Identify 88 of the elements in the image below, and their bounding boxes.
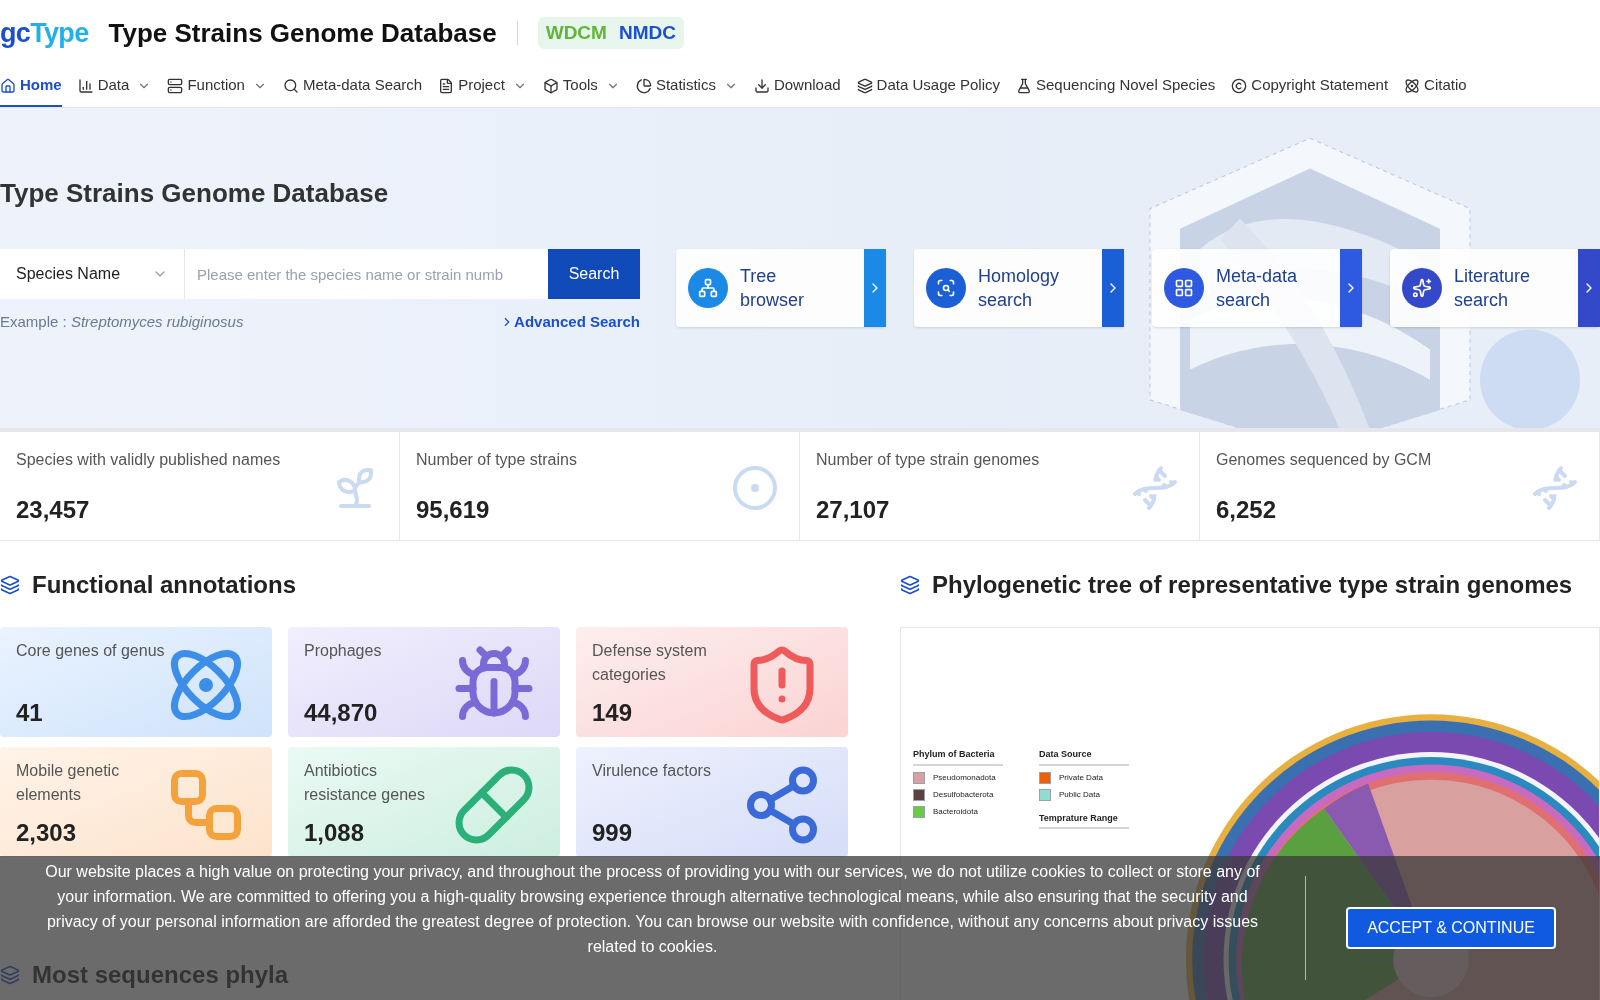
function-card[interactable]: Virulence factors 999	[576, 747, 848, 857]
bar-chart-icon	[77, 77, 94, 94]
dna-icon	[1131, 464, 1179, 512]
function-value: 999	[592, 818, 633, 848]
cell-icon	[731, 464, 779, 512]
site-title: Type Strains Genome Database	[108, 16, 497, 50]
function-card[interactable]: Core genes of genus 41	[0, 627, 272, 737]
section-title: Functional annotations	[32, 570, 296, 600]
search-input[interactable]: Please enter the species name or strain numb	[197, 261, 536, 287]
nav-item[interactable]: Tools	[542, 66, 620, 107]
legend-label: Public Data	[1059, 789, 1100, 801]
stat-value: 23,457	[16, 495, 91, 525]
box-icon	[542, 77, 559, 94]
nav-item[interactable]: Citatio	[1404, 66, 1467, 107]
stat-label: Number of type strain genomes	[816, 450, 1041, 470]
stat-value: 27,107	[816, 495, 891, 525]
pie-chart-icon	[635, 77, 652, 94]
shortcut-card[interactable]: Meta-data search	[1152, 249, 1362, 327]
shortcut-label: Tree browser	[740, 265, 806, 312]
function-label: Core genes of genus	[16, 641, 166, 661]
function-value: 2,303	[16, 818, 77, 848]
function-label: Prophages	[304, 641, 383, 661]
cookie-text: Our website places a high value on protecting your privacy, and throughout the process of providing you with our services, we do not utilize cookies to collect or store any of your information. We are committed to offering you a high-quality browsing experience through alternative technological means, while also ensuring that the security and privacy of your personal information are afforded the greatest degree of protection. You can browse our website with confidence, without any concerns about privacy issues related to cookies.	[44, 862, 1261, 957]
download-icon	[753, 77, 770, 94]
shortcut-label: Homology search	[978, 265, 1061, 312]
nmdc-label: NMDC	[618, 20, 676, 45]
server-icon	[167, 77, 184, 94]
section-icon	[0, 575, 20, 595]
legend-label: Pseudomonadota	[933, 772, 996, 784]
shortcut-card[interactable]: Literature search	[1390, 249, 1600, 327]
function-card[interactable]: Antibiotics resistance genes 1,088	[288, 747, 560, 857]
section-icon	[900, 575, 920, 595]
search-icon	[926, 268, 966, 308]
atom-icon	[1404, 77, 1421, 94]
nav-item[interactable]: Project	[438, 66, 527, 107]
stat-label: Number of type strains	[416, 450, 578, 470]
function-label: Virulence factors	[592, 761, 712, 781]
shortcut-card[interactable]: Tree browser	[676, 249, 886, 327]
stat-value: 95,619	[416, 495, 491, 525]
legend-title: Phylum of Bacteria	[913, 748, 1003, 766]
hierarchy-icon	[688, 268, 728, 308]
nav-item[interactable]: Statistics	[635, 66, 738, 107]
advanced-search-link[interactable]: Advanced Search	[500, 311, 640, 334]
function-label: Defense system categories	[592, 641, 708, 685]
logo[interactable]: gcType	[0, 12, 89, 54]
copyright-icon	[1231, 77, 1248, 94]
dna-icon	[1531, 464, 1579, 512]
nav-item[interactable]: Meta-data Search	[282, 66, 423, 107]
legend-label: Private Data	[1059, 772, 1104, 784]
shortcut-label: Meta-data search	[1216, 265, 1299, 312]
search-button[interactable]: Search	[548, 249, 640, 299]
sparkle-icon	[1402, 268, 1442, 308]
section-title: Most sequences phyla	[32, 960, 289, 990]
nav-item[interactable]: Copyright Statement	[1231, 66, 1389, 107]
function-value: 44,870	[304, 698, 378, 728]
function-label: Antibiotics resistance genes	[304, 761, 426, 805]
function-value: 41	[16, 698, 43, 728]
accept-button[interactable]: ACCEPT & CONTINUE	[1346, 907, 1556, 949]
function-label: Mobile genetic elements	[16, 761, 121, 805]
legend-title: Temprature Range	[1039, 811, 1129, 829]
nav-item[interactable]: Function	[167, 66, 267, 107]
document-icon	[438, 77, 455, 94]
flask-icon	[1016, 77, 1032, 94]
home-icon	[0, 77, 16, 94]
nav-item[interactable]: Sequencing Novel Species	[1016, 66, 1216, 107]
legend-title: Data Source	[1039, 748, 1129, 766]
legend-label: Desulfobacterota	[933, 789, 994, 801]
section-title: Phylogenetic tree of representative type strain genomes	[932, 570, 1573, 600]
function-value: 149	[592, 698, 633, 728]
nav-item[interactable]: Download	[753, 66, 841, 107]
stat-label: Genomes sequenced by GCM	[1216, 450, 1433, 470]
shortcut-label: Literature search	[1454, 265, 1532, 312]
nav-item[interactable]: Data Usage Policy	[856, 66, 1000, 107]
nav-item[interactable]: Data	[77, 66, 152, 107]
search-icon	[282, 77, 299, 94]
hero-title: Type Strains Genome Database	[0, 177, 390, 210]
function-value: 1,088	[304, 818, 365, 848]
layers-icon	[856, 77, 873, 94]
wdcm-label: WDCM	[545, 20, 607, 45]
function-card[interactable]: Defense system categories 149	[576, 627, 848, 737]
example-text: Example : Streptomyces rubiginosus	[0, 312, 244, 332]
function-card[interactable]: Mobile genetic elements 2,303	[0, 747, 272, 857]
stat-value: 6,252	[1216, 495, 1278, 525]
function-card[interactable]: Prophages 44,870	[288, 627, 560, 737]
stat-label: Species with validly published names	[16, 450, 282, 470]
legend-label: Bacteroidota	[933, 806, 978, 818]
shortcut-card[interactable]: Homology search	[914, 249, 1124, 327]
grid-search-icon	[1164, 268, 1204, 308]
